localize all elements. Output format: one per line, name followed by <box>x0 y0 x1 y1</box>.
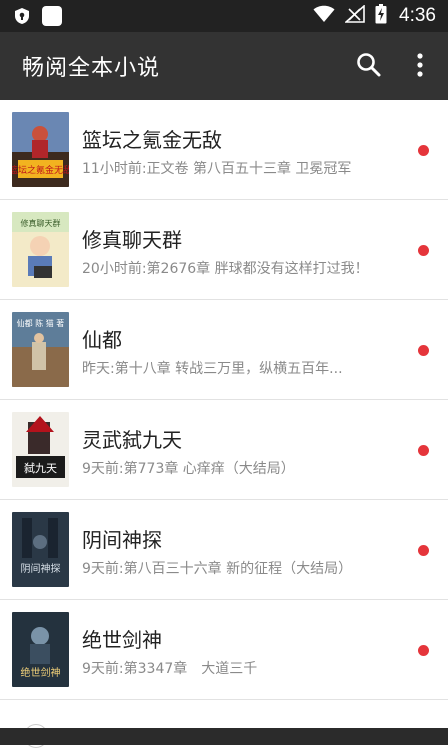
unread-dot <box>418 645 429 656</box>
unread-dot <box>418 245 429 256</box>
search-icon[interactable] <box>356 52 382 78</box>
book-item[interactable]: 仙都 陈 猫 著 仙都 昨天:第十八章 转战三万里，纵横五百年... <box>0 300 448 400</box>
book-cover: 弑九天 <box>12 412 69 487</box>
book-latest-chapter: 9天前:第3347章 大道三千 <box>82 661 258 677</box>
book-item[interactable]: 篮坛之氪金无敌 篮坛之氪金无敌 11小时前:正文卷 第八百五十三章 卫冕冠军 <box>0 100 448 200</box>
book-title: 阴间神探 <box>82 528 162 552</box>
book-cover: 绝世剑神 <box>12 612 69 687</box>
book-item[interactable]: 阴间神探 阴间神探 9天前:第八百三十六章 新的征程（大结局） <box>0 500 448 600</box>
cover-text: 弑九天 <box>24 462 57 475</box>
status-left <box>14 6 62 26</box>
book-title: 修真聊天群 <box>82 228 182 252</box>
battery-icon <box>375 4 387 28</box>
cover-text: 修真聊天群 <box>21 218 61 228</box>
book-title: 灵武弑九天 <box>82 428 182 452</box>
book-cover: 仙都 陈 猫 著 <box>12 312 69 387</box>
book-item[interactable]: 绝世剑神 绝世剑神 9天前:第3347章 大道三千 <box>0 600 448 700</box>
book-list: 篮坛之氪金无敌 篮坛之氪金无敌 11小时前:正文卷 第八百五十三章 卫冕冠军 修… <box>0 100 448 700</box>
book-title: 仙都 <box>82 328 122 352</box>
unread-dot <box>418 445 429 456</box>
status-right: 4:36 <box>313 4 436 28</box>
book-cover: 篮坛之氪金无敌 <box>12 112 69 187</box>
book-title: 篮坛之氪金无敌 <box>82 128 222 152</box>
app-bar: 畅阅全本小说 <box>0 32 448 100</box>
unread-dot <box>418 345 429 356</box>
book-latest-chapter: 9天前:第八百三十六章 新的征程（大结局） <box>82 561 353 577</box>
cover-text: 篮坛之氪金无敌 <box>12 164 69 176</box>
book-latest-chapter: 昨天:第十八章 转战三万里，纵横五百年... <box>82 361 343 377</box>
book-latest-chapter: 9天前:第773章 心痒痒（大结局） <box>82 461 295 477</box>
book-item[interactable]: 修真聊天群 修真聊天群 20小时前:第2676章 胖球都没有这样打过我！ <box>0 200 448 300</box>
app-title: 畅阅全本小说 <box>22 56 161 81</box>
book-latest-chapter: 11小时前:正文卷 第八百五十三章 卫冕冠军 <box>82 161 352 177</box>
cover-text: 仙都 陈 猫 著 <box>17 318 65 328</box>
wifi-icon <box>313 5 335 27</box>
signal-icon <box>343 4 365 27</box>
unread-dot <box>418 545 429 556</box>
book-cover: 阴间神探 <box>12 512 69 587</box>
shield-icon <box>14 7 30 25</box>
book-cover: 修真聊天群 <box>12 212 69 287</box>
partial-list-item <box>0 700 448 748</box>
navigation-bar <box>0 728 448 745</box>
unread-dot <box>418 145 429 156</box>
book-latest-chapter: 20小时前:第2676章 胖球都没有这样打过我！ <box>82 261 369 277</box>
cover-text: 绝世剑神 <box>21 666 61 679</box>
more-vert-icon[interactable] <box>408 50 432 80</box>
status-time: 4:36 <box>399 5 436 26</box>
cover-text: 阴间神探 <box>21 562 61 575</box>
status-bar: 4:36 <box>0 0 448 32</box>
book-item[interactable]: 弑九天 灵武弑九天 9天前:第773章 心痒痒（大结局） <box>0 400 448 500</box>
notification-icon <box>42 6 62 26</box>
book-title: 绝世剑神 <box>82 628 162 652</box>
